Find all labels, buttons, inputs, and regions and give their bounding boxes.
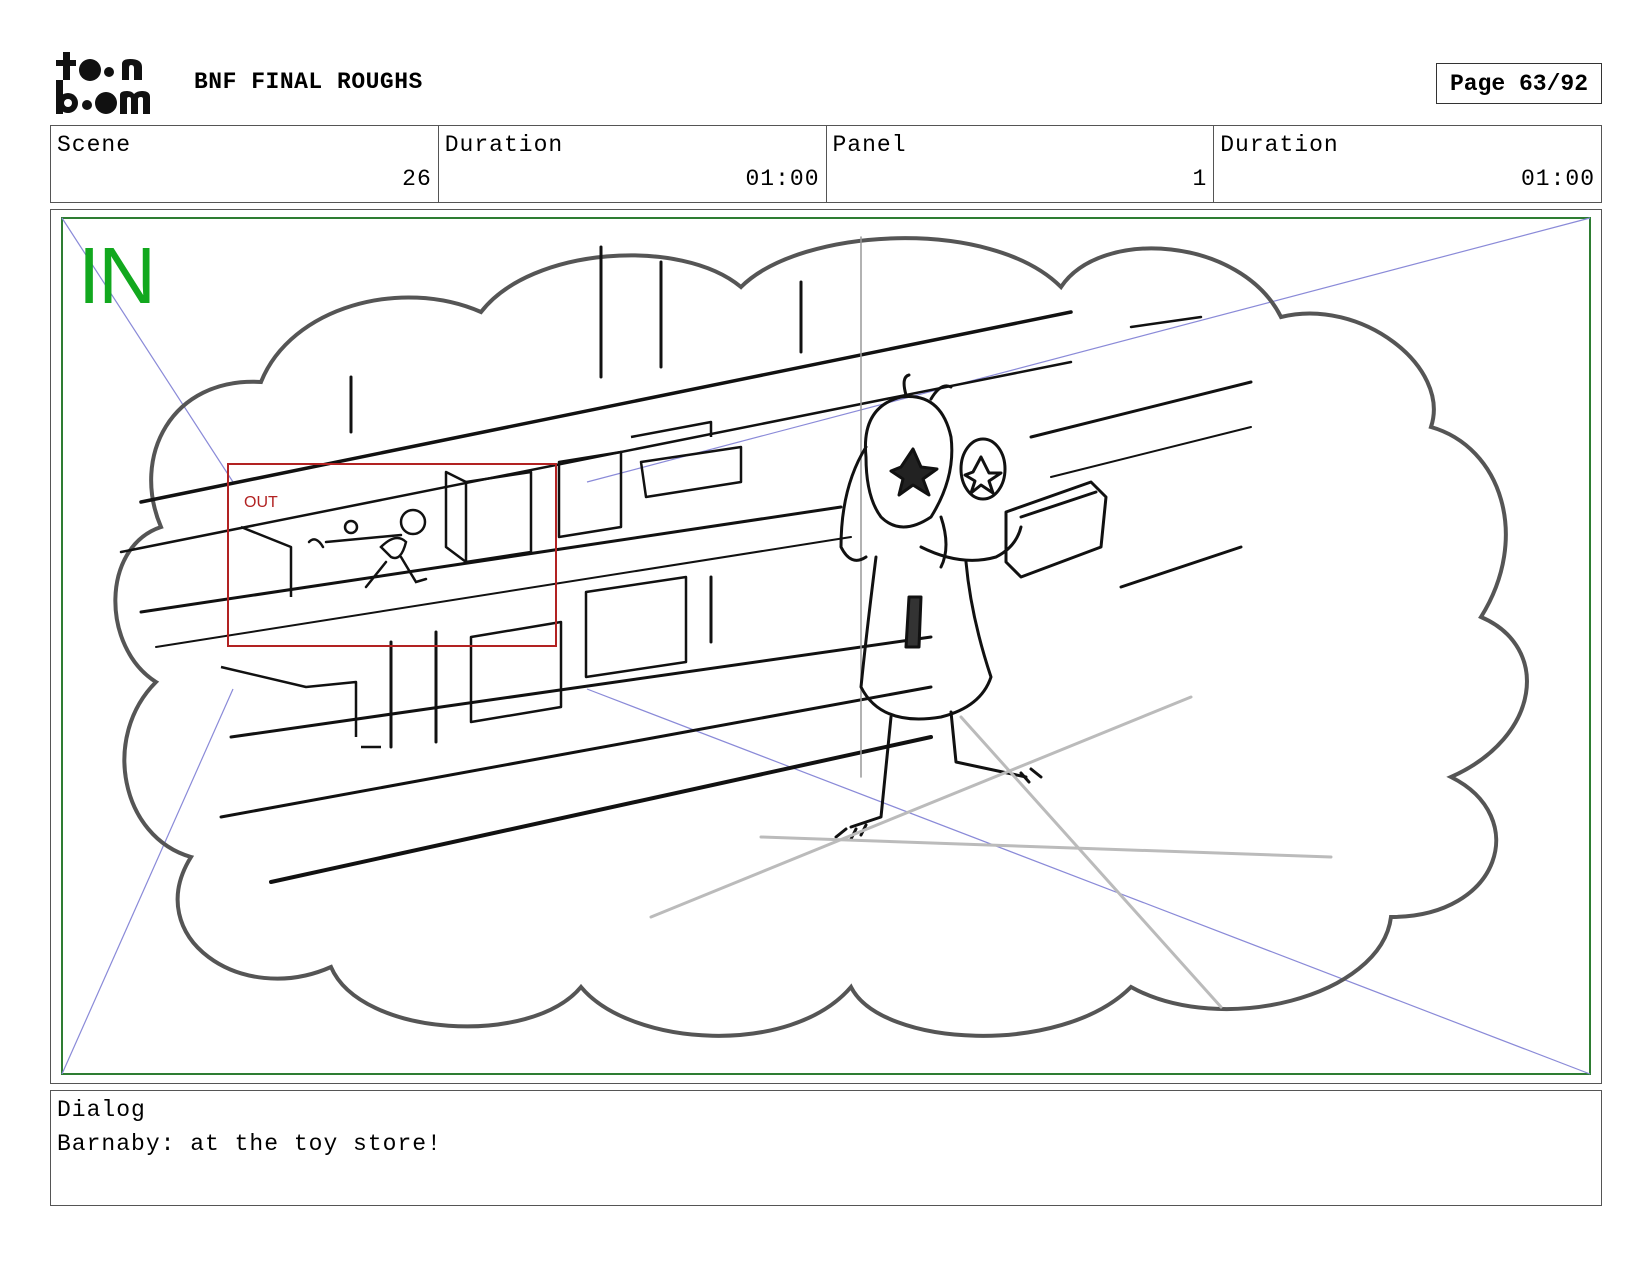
panel-label: Panel [832,132,907,158]
in-frame-label: IN [78,231,156,320]
scene-cell: Scene 26 [51,126,439,202]
scene-label: Scene [57,132,132,158]
panel-duration-cell: Duration 01:00 [1214,126,1601,202]
scene-duration-value: 01:00 [745,166,820,192]
scene-value: 26 [402,166,432,192]
out-frame-label: OUT [244,494,278,511]
dialog-label: Dialog [57,1097,146,1123]
toonboom-logo [52,50,170,118]
page-number: Page 63/92 [1436,63,1602,104]
dialog-text: Barnaby: at the toy store! [57,1131,442,1157]
scene-duration-label: Duration [444,132,564,158]
barnaby-character-sketch [834,373,1108,841]
scene-info-row: Scene 26 Duration 01:00 Panel 1 Duration… [50,125,1602,203]
panel-duration-label: Duration [1220,132,1339,158]
thought-cloud [113,236,1529,1038]
floor-strokes [649,695,1333,1009]
document-title: BNF FINAL ROUGHS [194,69,423,95]
panel-cell: Panel 1 [827,126,1215,202]
storyboard-sketch [61,217,1591,1075]
panel-duration-value: 01:00 [1520,166,1595,192]
scene-duration-cell: Duration 01:00 [439,126,827,202]
dialog-box: Dialog Barnaby: at the toy store! [50,1090,1602,1206]
panel-value: 1 [1192,166,1208,192]
small-character-sketch [307,508,428,589]
